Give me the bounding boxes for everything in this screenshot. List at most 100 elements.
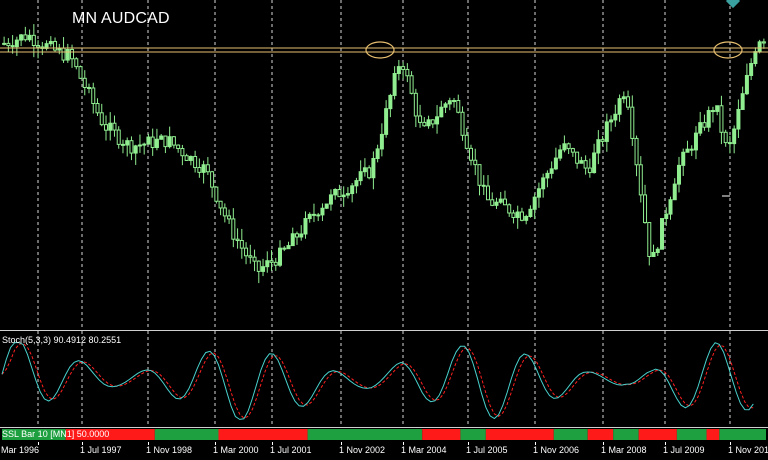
- candle-body: [167, 136, 172, 148]
- price-chart-pane[interactable]: MN AUDCAD: [0, 0, 768, 331]
- candle-body: [727, 142, 732, 145]
- candle-body: [502, 198, 507, 206]
- candle-body: [82, 77, 87, 89]
- candle-body: [630, 106, 635, 139]
- time-tick-label: 1 Mar 2008: [601, 445, 647, 455]
- candle-body: [261, 266, 266, 272]
- time-tick-mark: [665, 442, 666, 445]
- candle-body: [536, 188, 541, 198]
- candle-body: [112, 122, 117, 131]
- candle-body: [184, 155, 189, 161]
- candle-body: [541, 177, 546, 190]
- candle-body: [706, 110, 711, 128]
- candle-body: [592, 152, 597, 174]
- candle-body: [311, 213, 316, 216]
- ssl-bar-pane[interactable]: SSL Bar 10 [MN1] 50.0000: [0, 428, 768, 441]
- candle-body: [519, 211, 524, 221]
- candle-body: [197, 167, 202, 173]
- ssl-segment-up: [613, 429, 639, 440]
- candle-body: [273, 261, 278, 266]
- time-tick-label: 1 Mar 2000: [213, 445, 259, 455]
- candle-body: [316, 214, 321, 217]
- candle-body: [188, 155, 193, 161]
- candle-body: [609, 119, 614, 123]
- candle-body: [2, 42, 7, 45]
- candle-body: [405, 68, 410, 77]
- candle-body: [511, 212, 516, 218]
- candle-body: [532, 196, 537, 210]
- candle-body: [583, 160, 588, 169]
- candle-body: [91, 87, 96, 105]
- candle-body: [426, 119, 431, 127]
- time-tick-label: 1 Jul 2001: [270, 445, 312, 455]
- candle-body: [681, 151, 686, 166]
- candle-body: [303, 218, 308, 235]
- candle-body: [146, 136, 151, 145]
- candle-body: [464, 134, 469, 149]
- candle-body: [299, 233, 304, 238]
- trading-chart-window: MN AUDCAD Stoch(5,3,3) 90.4912 80.2551 S…: [0, 0, 768, 460]
- stochastic-pane[interactable]: Stoch(5,3,3) 90.4912 80.2551: [0, 331, 768, 428]
- candle-body: [469, 147, 474, 161]
- candle-body: [19, 34, 24, 41]
- ssl-segment-down: [706, 429, 720, 440]
- candle-body: [566, 143, 571, 150]
- candle-body: [570, 148, 575, 153]
- candle-body: [579, 160, 584, 164]
- candle-body: [452, 100, 457, 103]
- candle-body: [371, 157, 376, 179]
- candle-body: [723, 131, 728, 144]
- candle-body: [133, 145, 138, 154]
- candle-body: [596, 139, 601, 154]
- candle-body: [354, 180, 359, 187]
- candle-body: [702, 122, 707, 128]
- candle-body: [23, 34, 28, 41]
- candle-body: [388, 94, 393, 110]
- candle-body: [214, 186, 219, 202]
- candle-body: [443, 103, 448, 108]
- stochastic-svg: [1, 331, 754, 427]
- candle-body: [676, 164, 681, 185]
- candle-body: [562, 143, 567, 151]
- candle-body: [672, 183, 677, 201]
- candle-body: [48, 40, 53, 45]
- candle-body: [103, 124, 108, 131]
- candle-body: [193, 155, 198, 169]
- candle-body: [108, 122, 113, 131]
- time-tick-label: 1 Nov 2006: [533, 445, 580, 455]
- candle-body: [485, 185, 490, 201]
- candle-body: [379, 133, 384, 150]
- candle-body: [154, 138, 159, 149]
- time-tick-label: 1 Mar 2004: [401, 445, 447, 455]
- candle-body: [320, 207, 325, 216]
- candle-body: [227, 215, 232, 220]
- candle-body: [664, 213, 669, 220]
- time-tick-mark: [82, 442, 83, 445]
- candle-body: [53, 40, 58, 51]
- candle-body: [409, 75, 414, 94]
- ssl-segment-down: [218, 429, 308, 440]
- candle-body: [655, 248, 660, 253]
- candle-body: [180, 148, 185, 157]
- candle-body: [647, 222, 652, 257]
- candle-body: [668, 199, 673, 215]
- candle-body: [757, 41, 762, 53]
- candle-body: [70, 48, 75, 60]
- candle-body: [477, 164, 482, 186]
- candle-body: [367, 167, 372, 179]
- ssl-segment-up: [154, 429, 219, 440]
- candle-body: [528, 208, 533, 218]
- candle-body: [205, 164, 210, 173]
- candle-body: [753, 51, 758, 65]
- candle-body: [248, 255, 253, 258]
- candle-body: [125, 140, 130, 146]
- candle-body: [715, 105, 720, 112]
- candle-body: [439, 106, 444, 118]
- chart-title: MN AUDCAD: [72, 10, 170, 27]
- candle-body: [362, 167, 367, 173]
- candle-body: [231, 218, 236, 240]
- candle-body: [698, 122, 703, 134]
- candle-body: [732, 128, 737, 145]
- candle-body: [689, 148, 694, 151]
- candle-body: [87, 87, 92, 90]
